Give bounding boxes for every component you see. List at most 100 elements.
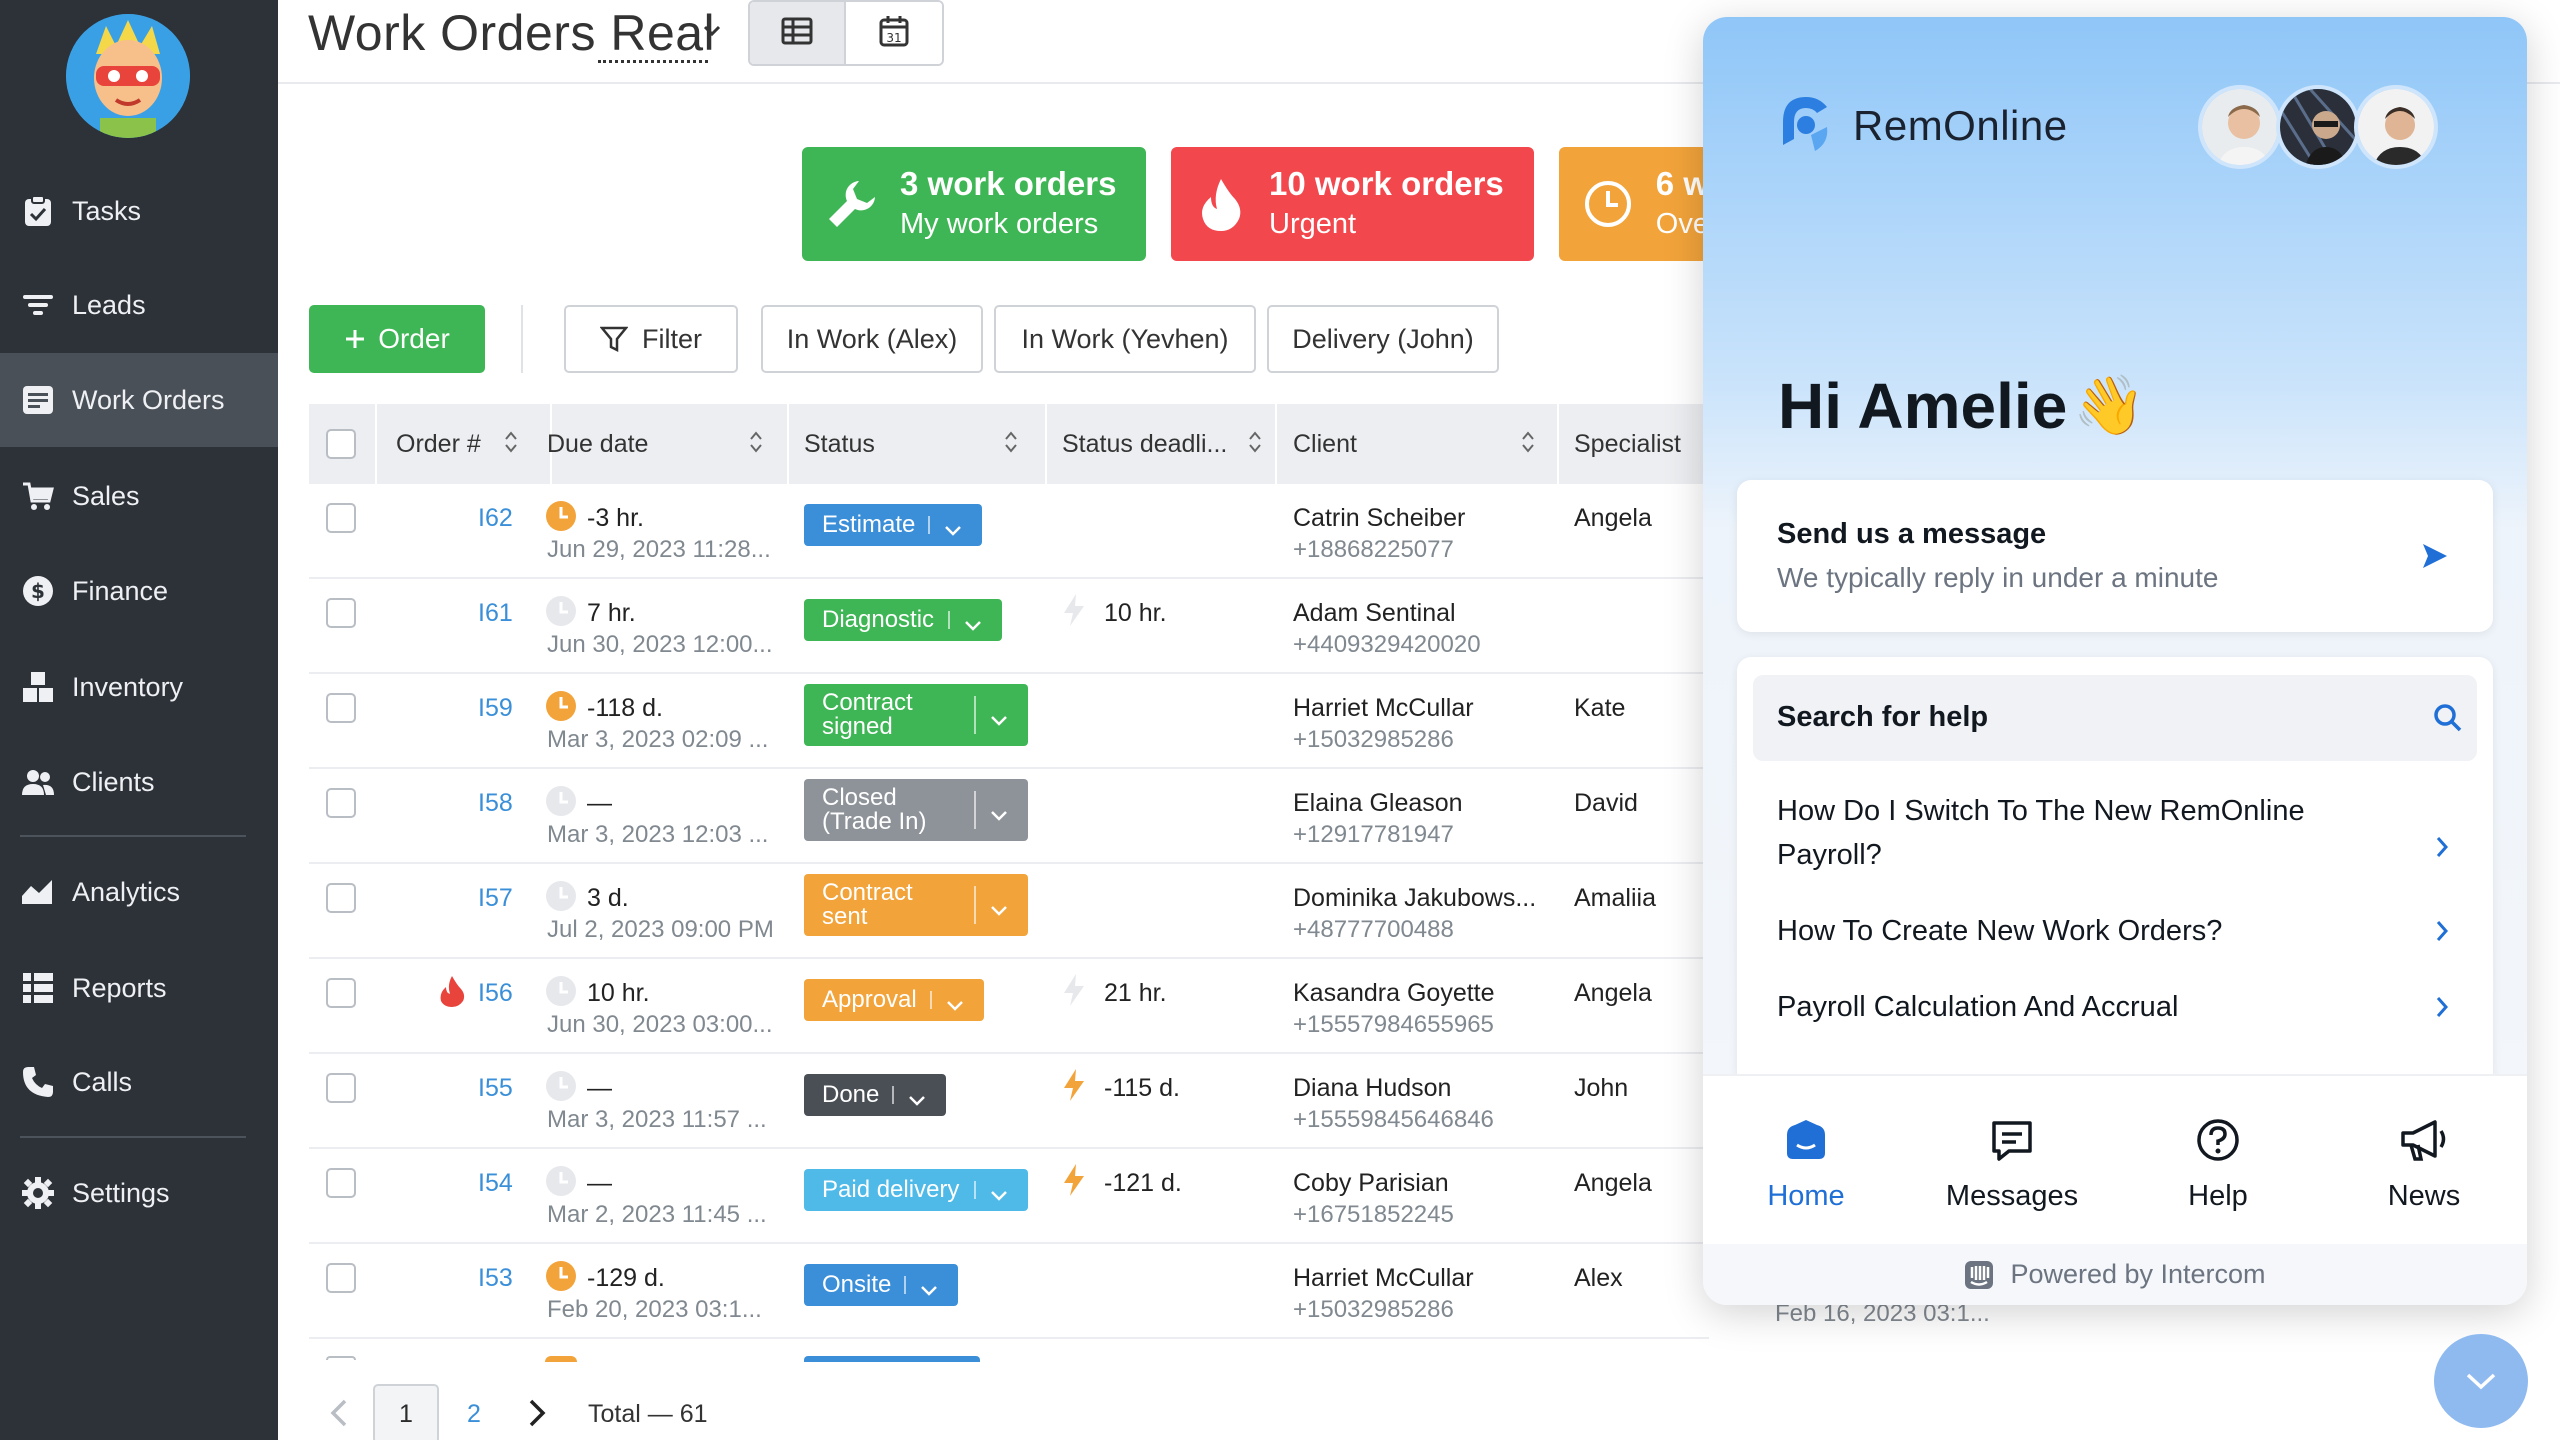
messenger-launcher-button[interactable] [2434,1334,2528,1428]
order-number-link[interactable]: I62 [478,504,513,533]
column-specialist[interactable]: Specialist [1574,404,1704,484]
sidebar-item-tasks[interactable]: Tasks [0,164,278,258]
row-checkbox[interactable] [326,1073,356,1103]
status-dropdown[interactable]: Estimate [804,504,982,546]
work-order-icon [20,382,56,418]
client-name[interactable]: Coby Parisian [1293,1169,1449,1198]
due-relative: -3 hr. [587,504,644,532]
chevron-down-icon[interactable] [702,20,722,45]
sidebar-item-clients[interactable]: Clients [0,735,278,829]
sidebar-item-inventory[interactable]: Inventory [0,640,278,734]
table-row[interactable]: I57 3 d. Jul 2, 2023 09:00 PM Contract sent D… [309,864,1709,959]
table-row[interactable]: I59 -118 d. Mar 3, 2023 02:09 ... Contract s… [309,674,1709,769]
page-2-button[interactable]: 2 [467,1400,481,1429]
due-clock-icon [545,1070,577,1107]
help-icon [2195,1114,2241,1166]
client-name[interactable]: Harriet McCullar [1293,1264,1474,1293]
order-number-link[interactable]: I61 [478,599,513,628]
column-client[interactable]: Client [1293,404,1557,484]
page-1-button[interactable]: 1 [373,1384,439,1440]
user-avatar[interactable] [66,14,190,138]
select-all-checkbox[interactable] [326,404,356,484]
powered-by[interactable]: Powered by Intercom [1703,1244,2527,1305]
table-view-button[interactable] [750,2,846,64]
status-dropdown[interactable]: Done [804,1074,946,1116]
sidebar-item-leads[interactable]: Leads [0,258,278,352]
order-number-link[interactable]: I54 [478,1169,513,1198]
status-dropdown[interactable]: Onsite [804,1264,958,1306]
status-dropdown[interactable]: Paid delivery [804,1169,1028,1211]
client-name[interactable]: Adam Sentinal [1293,599,1456,628]
order-number-link[interactable]: I56 [478,979,513,1008]
table-row[interactable]: I62 -3 hr. Jun 29, 2023 11:28... Estimate Ca… [309,484,1709,579]
kpi-my-work-orders[interactable]: 3 work orders My work orders [802,147,1146,261]
sidebar-item-settings[interactable]: Settings [0,1146,278,1240]
column-due-date[interactable]: Due date [547,404,787,484]
table-row[interactable]: I56 10 hr. Jun 30, 2023 03:00... Approval 21… [309,959,1709,1054]
table-row[interactable]: I58 — Mar 3, 2023 12:03 ... Closed (Trade In… [309,769,1709,864]
order-number-link[interactable]: I53 [478,1264,513,1293]
preset-delivery-john[interactable]: Delivery (John) [1267,305,1499,373]
help-article-link[interactable]: How Do I Switch To The New RemOnline Pay… [1777,789,2417,877]
kpi-overdue[interactable]: 6 w Ove [1559,147,1709,261]
table-row[interactable]: I55 — Mar 3, 2023 11:57 ... Done -115 d. Dian… [309,1054,1709,1149]
column-status-deadline[interactable]: Status deadli... [1062,404,1276,484]
row-checkbox[interactable] [326,978,356,1008]
client-name[interactable]: Dominika Jakubows... [1293,884,1536,913]
row-checkbox[interactable] [326,503,356,533]
tab-home[interactable]: Home [1703,1076,1909,1246]
prev-page-icon[interactable] [329,1398,349,1433]
tab-news[interactable]: News [2321,1076,2527,1246]
preset-in-work-alex[interactable]: In Work (Alex) [761,305,983,373]
order-number-link[interactable]: I59 [478,694,513,723]
order-number-link[interactable]: I55 [478,1074,513,1103]
sidebar-item-reports[interactable]: Reports [0,941,278,1035]
preset-in-work-yevhen[interactable]: In Work (Yevhen) [994,305,1256,373]
row-checkbox[interactable] [326,788,356,818]
order-number-link[interactable]: I57 [478,884,513,913]
client-name[interactable]: Diana Hudson [1293,1074,1451,1103]
row-checkbox[interactable] [326,1263,356,1293]
calendar-view-button[interactable]: 31 [846,2,942,64]
client-name[interactable]: Catrin Scheiber [1293,504,1465,533]
table-row[interactable]: I53 -129 d. Feb 20, 2023 03:1... Onsite Harr… [309,1244,1709,1339]
client-phone: +12917781947 [1293,821,1454,848]
sidebar-item-work-orders[interactable]: Work Orders [0,353,278,447]
client-name[interactable]: Kasandra Goyette [1293,979,1495,1008]
next-page-icon[interactable] [527,1398,547,1433]
help-article-link[interactable]: How To Create New Work Orders? [1777,909,2417,953]
table-row[interactable]: I61 7 hr. Jun 30, 2023 12:00... Diagnostic 1… [309,579,1709,674]
page-title[interactable]: Work Orders Real [308,4,715,62]
client-name[interactable]: Elaina Gleason [1293,789,1463,818]
sidebar-item-calls[interactable]: Calls [0,1035,278,1129]
tab-help[interactable]: Help [2115,1076,2321,1246]
row-checkbox[interactable] [326,1168,356,1198]
help-search-input[interactable]: Search for help [1753,675,2477,761]
status-dropdown[interactable]: Closed (Trade In) [804,779,1028,841]
send-message-card[interactable]: Send us a message We typically reply in … [1737,480,2493,632]
reply-time-text: We typically reply in under a minute [1777,562,2219,593]
filter-button[interactable]: Filter [564,305,738,373]
due-date: Mar 3, 2023 11:57 ... [547,1106,767,1133]
order-number-link[interactable]: I58 [478,789,513,818]
row-checkbox[interactable] [326,598,356,628]
status-dropdown[interactable]: Contract signed [804,684,1028,746]
status-dropdown[interactable]: Contract sent [804,874,1028,936]
column-status[interactable]: Status [804,404,1044,484]
sidebar-item-sales[interactable]: Sales [0,449,278,543]
funnel-icon [20,287,56,323]
status-dropdown[interactable]: Diagnostic [804,599,1002,641]
sidebar-item-finance[interactable]: $ Finance [0,544,278,638]
add-order-button[interactable]: Order [309,305,485,373]
column-order-number[interactable]: Order # [396,404,536,484]
client-name[interactable]: Harriet McCullar [1293,694,1474,723]
kpi-urgent[interactable]: 10 work orders Urgent [1171,147,1534,261]
urgent-flame-icon [439,975,465,1012]
row-checkbox[interactable] [326,883,356,913]
tab-messages[interactable]: Messages [1909,1076,2115,1246]
table-row[interactable]: I54 — Mar 2, 2023 11:45 ... Paid delivery -1… [309,1149,1709,1244]
help-article-link[interactable]: Payroll Calculation And Accrual [1777,985,2417,1029]
row-checkbox[interactable] [326,693,356,723]
sidebar-item-analytics[interactable]: Analytics [0,845,278,939]
status-dropdown[interactable]: Approval [804,979,984,1021]
